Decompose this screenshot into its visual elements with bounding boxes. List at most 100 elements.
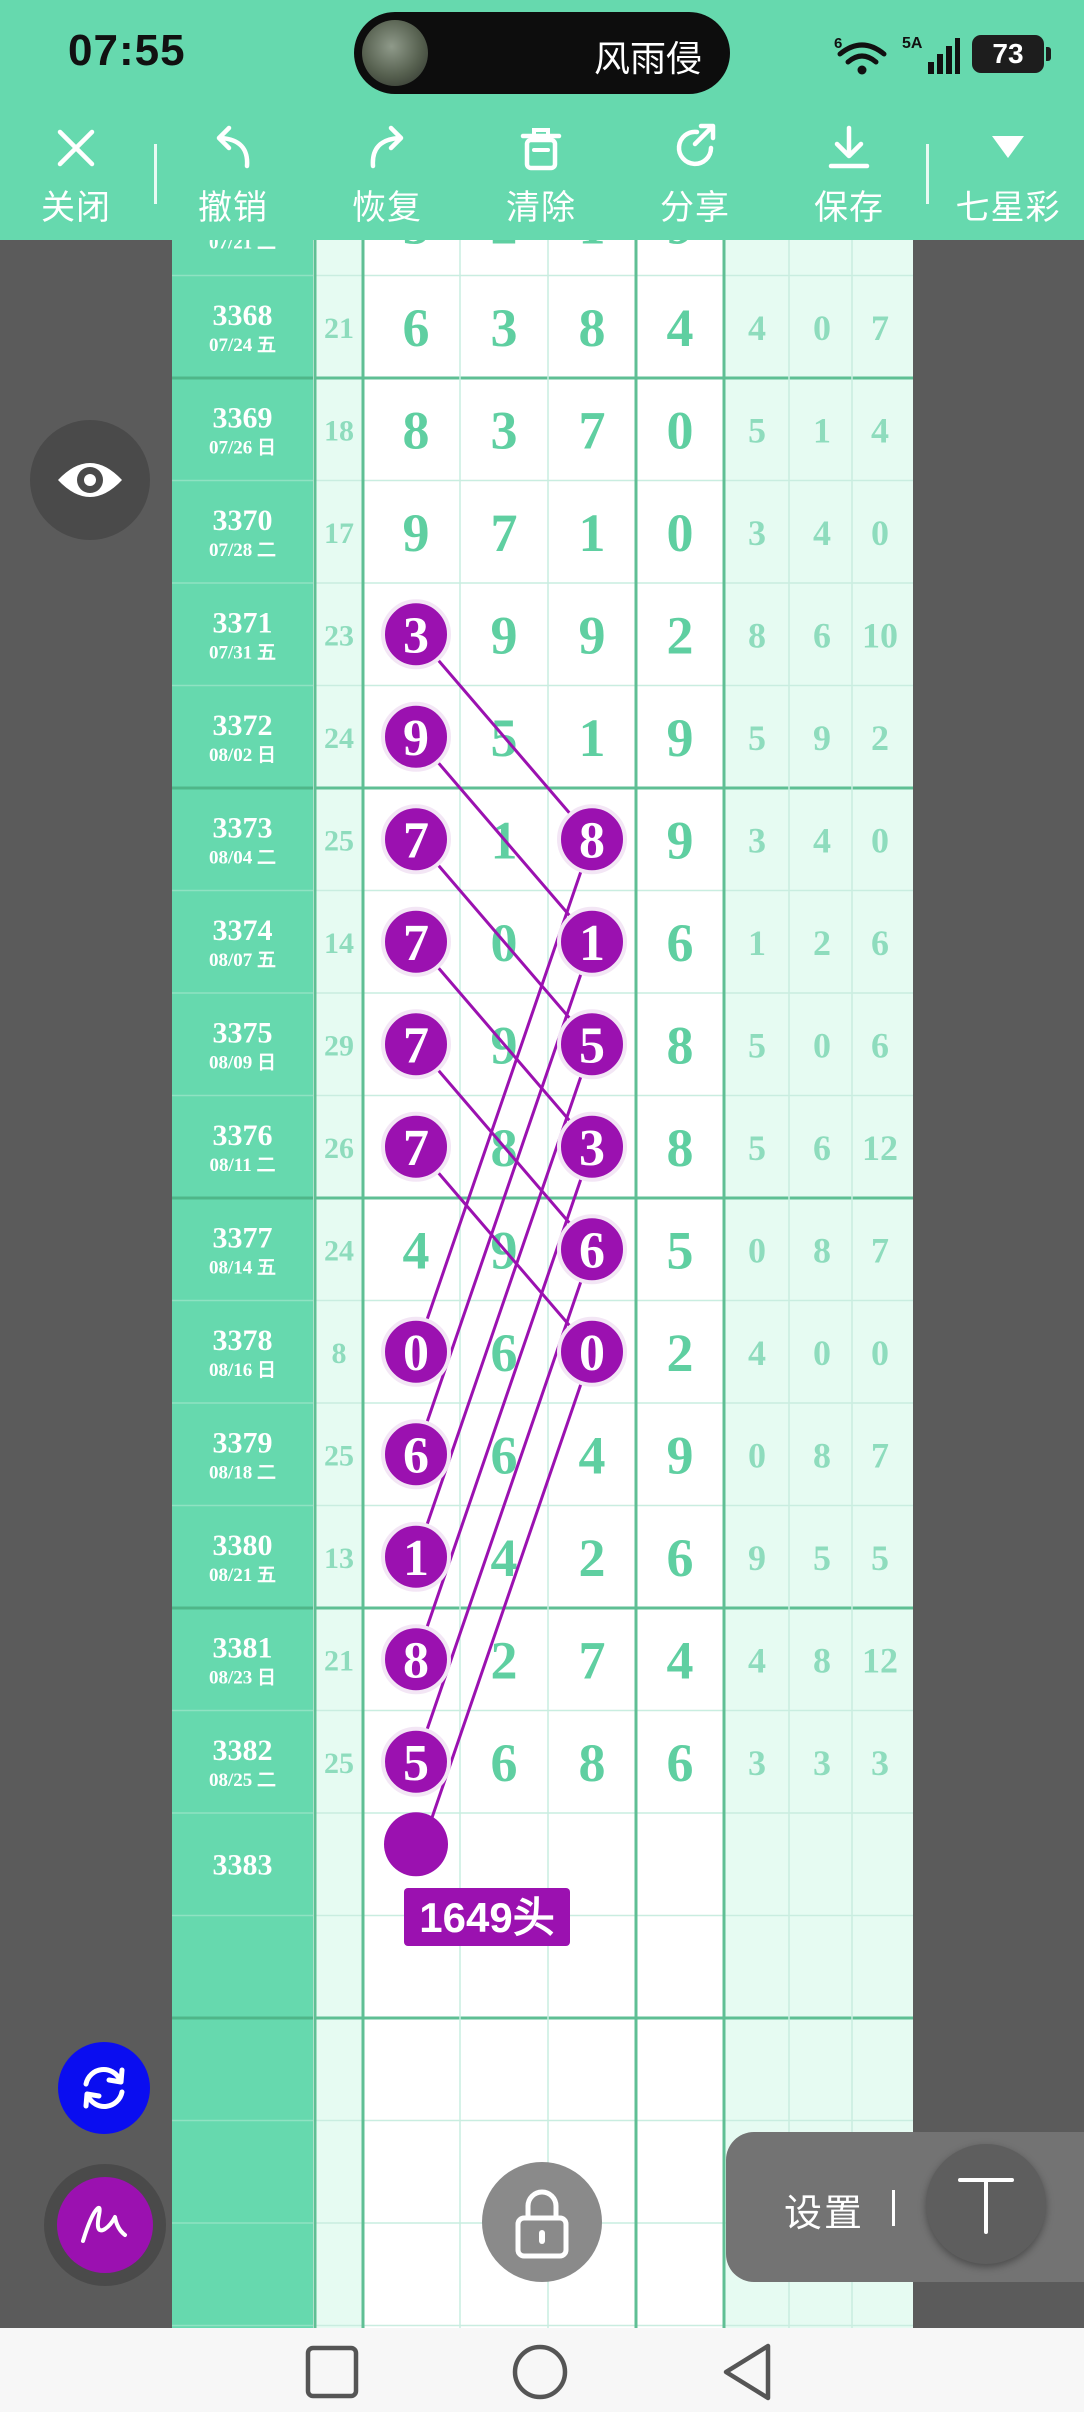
extra-value: 4 [748, 308, 766, 348]
extra-columns-background [724, 240, 913, 2328]
draw-date: 08/18 二 [209, 1462, 276, 1483]
prediction-label: 1649头 [419, 1894, 554, 1941]
digit-cell: 2 [579, 1528, 606, 1588]
lottery-type-dropdown[interactable]: 七星彩 [948, 118, 1068, 234]
sum-value: 25 [324, 1439, 354, 1472]
sum-value: 23 [324, 619, 354, 652]
digit-cell: 4 [403, 1220, 430, 1280]
sum-value: 21 [324, 1644, 354, 1677]
marked-digit: 7 [403, 1120, 429, 1177]
text-tool-button[interactable] [926, 2144, 1046, 2264]
extra-value: 12 [862, 1128, 898, 1168]
digit-cell: 6 [667, 1528, 694, 1588]
marked-digit: 5 [403, 1735, 429, 1792]
extra-value: 6 [871, 1025, 889, 1065]
extra-value: 8 [813, 1640, 831, 1680]
issue-number: 3376 [213, 1119, 273, 1152]
digit-cell: 8 [667, 1118, 694, 1178]
eye-icon [58, 463, 122, 497]
extra-value: 6 [748, 240, 766, 245]
album-thumbnail [362, 20, 428, 86]
svg-text:6: 6 [834, 35, 842, 52]
digit-cell: 1 [579, 240, 606, 255]
share-button[interactable]: 分享 [635, 118, 755, 234]
close-icon [57, 129, 95, 167]
digit-cell: 2 [667, 1323, 694, 1383]
draw-date: 07/26 日 [209, 437, 276, 458]
digit-cell: 4 [579, 1425, 606, 1485]
draw-date: 08/16 日 [209, 1360, 276, 1381]
back-icon[interactable] [718, 2342, 778, 2402]
song-title: 风雨侵 [593, 38, 702, 79]
clear-button[interactable]: 清除 [481, 118, 601, 234]
issue-number: 3377 [213, 1221, 273, 1254]
extra-value: 1 [813, 410, 831, 450]
toggle-visibility-button[interactable] [30, 420, 150, 540]
extra-value: 9 [748, 1538, 766, 1578]
digit-cell: 6 [667, 1733, 694, 1793]
redo-icon [370, 125, 404, 169]
digit-cell: 0 [667, 503, 694, 563]
extra-value: 5 [748, 718, 766, 758]
lottery-type-label: 七星彩 [955, 189, 1061, 227]
trend-chart[interactable]: 336707/21 二1752196312336807/24 五21638440… [172, 240, 913, 2328]
extra-value: 4 [813, 513, 831, 553]
digit-cell: 9 [579, 605, 606, 665]
issue-number: 3369 [213, 401, 273, 434]
save-button[interactable]: 保存 [789, 118, 909, 234]
share-label: 分享 [660, 189, 730, 227]
pen-tool-button[interactable] [57, 2177, 153, 2273]
settings-button[interactable]: 设置 [784, 2182, 864, 2237]
draw-date: 08/04 二 [209, 847, 276, 868]
sum-value: 17 [324, 240, 354, 242]
recent-apps-icon[interactable] [302, 2342, 362, 2402]
extra-value: 0 [813, 1025, 831, 1065]
status-bar: 07:55 风雨侵 6 5A 73 [0, 0, 1084, 108]
battery-indicator: 73 [972, 35, 1051, 73]
wifi-icon: 6 [834, 35, 887, 75]
close-button[interactable]: 关闭 [16, 118, 136, 234]
digit-cell: 6 [667, 913, 694, 973]
marked-digit: 6 [579, 1222, 605, 1279]
issue-number: 3379 [213, 1426, 273, 1459]
sum-value: 21 [324, 312, 354, 345]
extra-value: 12 [862, 240, 898, 245]
sum-value: 8 [332, 1337, 347, 1370]
digit-cell: 7 [491, 503, 518, 563]
extra-value: 2 [813, 923, 831, 963]
marked-digit: 3 [403, 607, 429, 664]
music-island[interactable]: 风雨侵 [354, 12, 730, 94]
system-icons: 6 5A 73 [834, 30, 1051, 78]
issue-number: 3368 [213, 299, 273, 332]
close-label: 关闭 [41, 189, 111, 227]
extra-value: 3 [813, 1743, 831, 1783]
undo-icon [216, 125, 250, 169]
extra-value: 1 [748, 923, 766, 963]
extra-value: 0 [748, 1435, 766, 1475]
redo-button[interactable]: 恢复 [327, 118, 447, 234]
lock-button[interactable] [482, 2162, 602, 2282]
svg-text:5A: 5A [902, 35, 923, 52]
draw-date: 07/28 二 [209, 540, 276, 561]
sum-column-background [315, 240, 363, 2328]
refresh-button[interactable] [58, 2042, 150, 2134]
issue-number: 3382 [213, 1734, 273, 1767]
trend-chart-canvas[interactable]: 336707/21 二1752196312336807/24 五21638440… [172, 240, 913, 2328]
issue-number: 3378 [213, 1324, 273, 1357]
issue-number: 3374 [213, 914, 273, 947]
download-icon [828, 125, 870, 169]
marked-digit: 6 [403, 1427, 429, 1484]
undo-button[interactable]: 撤销 [173, 118, 293, 234]
extra-value: 6 [813, 1128, 831, 1168]
extra-value: 12 [862, 1640, 898, 1680]
digit-cell: 6 [491, 1733, 518, 1793]
sum-value: 14 [324, 927, 354, 960]
sum-value: 29 [324, 1029, 354, 1062]
draw-date: 07/24 五 [209, 335, 276, 356]
extra-value: 3 [748, 820, 766, 860]
extra-value: 7 [871, 308, 889, 348]
home-icon[interactable] [510, 2342, 570, 2402]
extra-value: 4 [748, 1640, 766, 1680]
digit-cell: 5 [667, 1220, 694, 1280]
marked-digit: 9 [403, 710, 429, 767]
